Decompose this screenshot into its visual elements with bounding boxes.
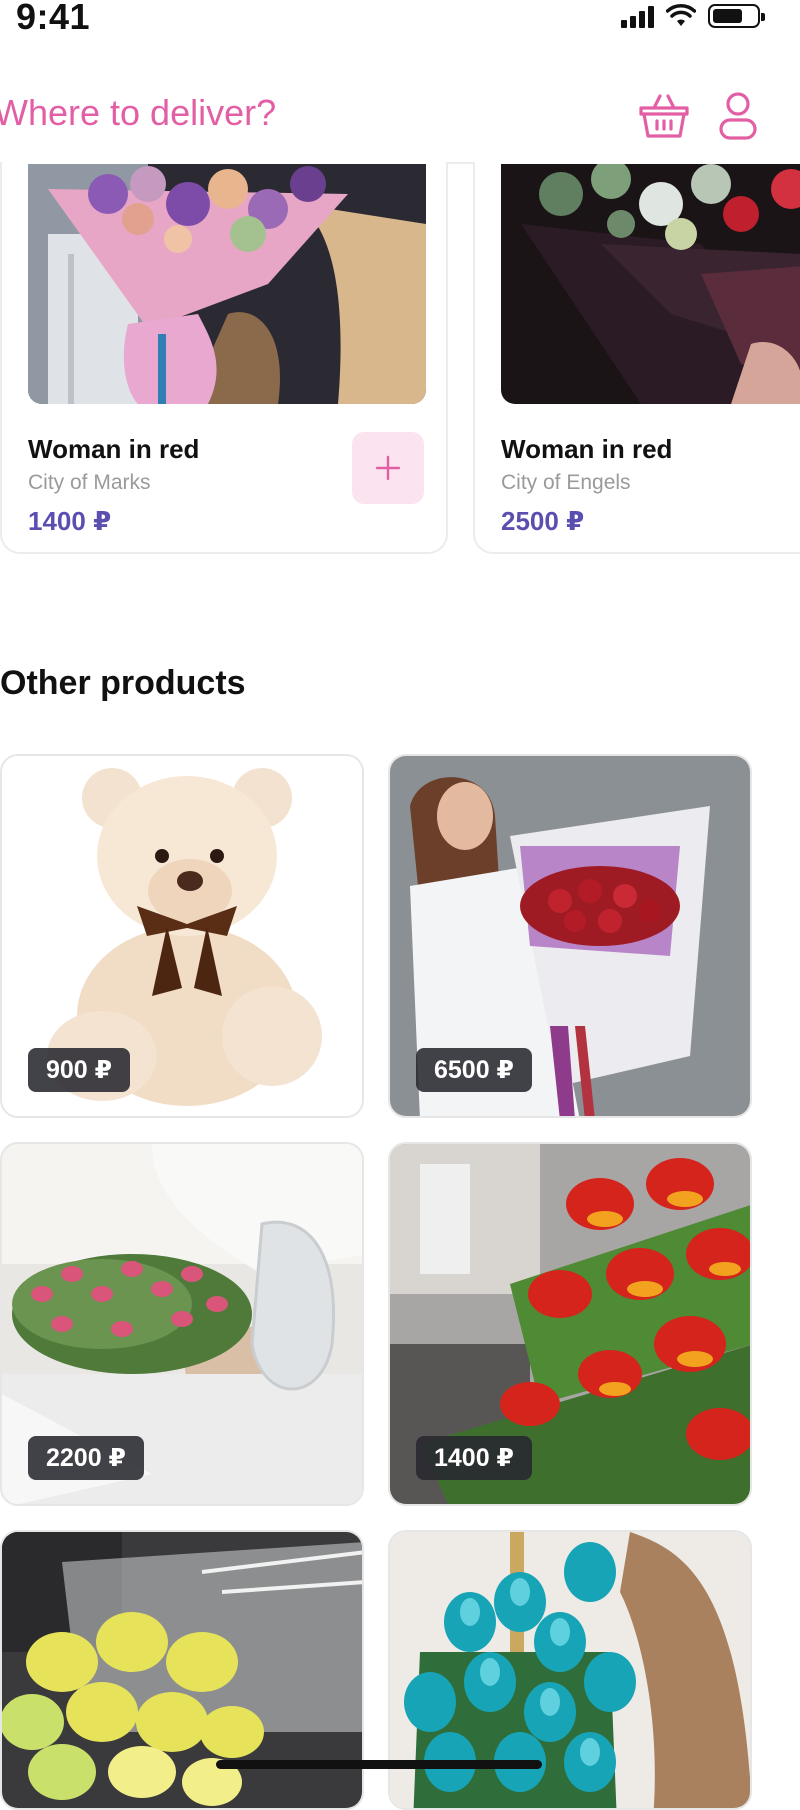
section-title: Other products: [0, 664, 246, 702]
product-card[interactable]: 6500 ₽: [388, 754, 752, 1118]
product-image: [28, 164, 426, 404]
plus-icon: [375, 455, 401, 481]
product-city: City of Engels: [501, 471, 631, 494]
status-time: 9:41: [16, 0, 91, 37]
product-image: [501, 164, 800, 404]
price-tag: 900 ₽: [28, 1048, 131, 1092]
basket-icon[interactable]: [636, 88, 692, 144]
status-bar: 9:41: [0, 0, 800, 40]
product-name: Woman in red: [501, 434, 673, 464]
featured-product-card[interactable]: Woman in red City of Engels 2500 ₽: [473, 162, 800, 554]
wifi-icon: [666, 4, 696, 26]
featured-carousel[interactable]: Woman in red City of Marks 1400 ₽ Woman …: [0, 162, 800, 594]
product-card[interactable]: 1400 ₽: [388, 1142, 752, 1506]
deliver-address-prompt[interactable]: Where to deliver?: [0, 92, 276, 134]
price-tag: 2200 ₽: [28, 1436, 144, 1480]
product-price: 2500 ₽: [501, 506, 585, 536]
battery-icon: [708, 4, 765, 28]
product-card[interactable]: 900 ₽: [0, 754, 364, 1118]
cellular-signal-icon: [621, 4, 654, 28]
app-header: Where to deliver?: [0, 72, 800, 164]
product-price: 1400 ₽: [28, 506, 112, 536]
add-to-cart-button[interactable]: [352, 432, 424, 504]
product-card[interactable]: 2200 ₽: [0, 1142, 364, 1506]
home-indicator[interactable]: [216, 1760, 542, 1769]
product-name: Woman in red: [28, 434, 200, 464]
status-icons: [621, 4, 765, 28]
featured-product-card[interactable]: Woman in red City of Marks 1400 ₽: [0, 162, 448, 554]
price-tag: 1400 ₽: [416, 1436, 532, 1480]
user-icon[interactable]: [710, 88, 766, 144]
price-tag: 6500 ₽: [416, 1048, 532, 1092]
product-city: City of Marks: [28, 471, 151, 494]
